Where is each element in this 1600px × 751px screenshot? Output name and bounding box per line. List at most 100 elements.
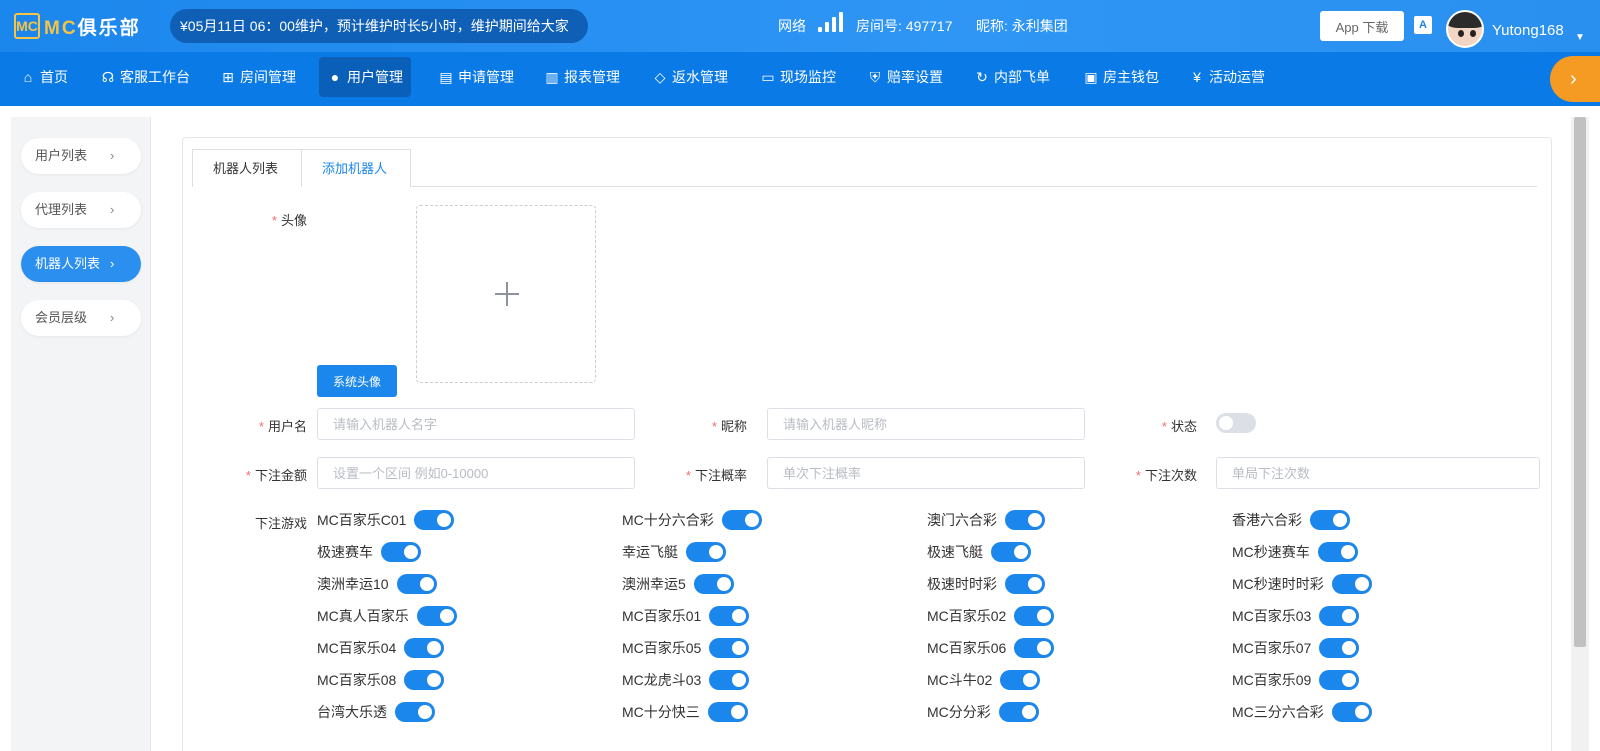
game-toggle[interactable] [1014,638,1055,658]
game-toggle[interactable] [693,574,734,594]
game-option: 台湾大乐透 [317,701,435,723]
sidebar-item-label: 会员层级 [35,310,88,325]
game-name: MC秒速时时彩 [1232,576,1324,592]
game-toggle[interactable] [396,574,437,594]
game-toggle[interactable] [707,702,748,722]
headset-icon: ☊ [101,69,115,85]
game-toggle[interactable] [709,670,750,690]
game-option: MC真人百家乐 [317,605,457,627]
game-name: 澳洲幸运10 [317,576,389,592]
tab-robot-list[interactable]: 机器人列表 [192,149,302,187]
bar-chart-icon: ▥ [545,69,559,85]
game-option: 极速赛车 [317,541,421,563]
nav-item-home[interactable]: ⌂ 首页 [12,57,76,97]
avatar-uploader[interactable] [416,205,596,383]
game-toggle[interactable] [416,606,457,626]
sidebar-item-robot-list[interactable]: 机器人列表 › [21,246,141,282]
game-name: MC百家乐01 [622,608,702,624]
game-name: 台湾大乐透 [317,704,387,720]
avatar-label: * 头像 [271,213,307,228]
nav-item-service[interactable]: ☊ 客服工作台 [92,57,198,97]
nav-item-odds[interactable]: ⛨ 赔率设置 [859,57,951,97]
room-number: 房间号: 497717 [856,18,953,34]
bet-count-label: * 下注次数 [1135,468,1197,483]
game-option: 澳洲幸运5 [622,573,734,595]
game-toggle[interactable] [404,638,445,658]
sidebar-item-label: 代理列表 [35,202,88,217]
game-toggle[interactable] [721,510,762,530]
game-toggle[interactable] [1310,510,1350,530]
game-name: 幸运飞艇 [622,544,678,560]
game-name: MC十分快三 [622,704,700,720]
nav-item-internal-orders[interactable]: ↻ 内部飞单 [966,57,1058,97]
nav-item-reports[interactable]: ▥ 报表管理 [536,57,628,97]
bet-prob-input[interactable] [767,457,1085,489]
game-option: MC龙虎斗03 [622,669,750,691]
status-toggle[interactable] [1216,413,1256,433]
game-toggle[interactable] [1000,670,1041,690]
nav-item-wallet[interactable]: ▣ 房主钱包 [1075,57,1167,97]
caret-down-icon[interactable]: ▼ [1575,32,1585,43]
chevron-right-icon: › [110,256,115,271]
game-toggle[interactable] [1005,574,1045,594]
grid-icon: ⊞ [222,69,234,85]
game-toggle[interactable] [395,702,435,722]
nav-item-rebate[interactable]: ◇ 返水管理 [644,57,736,97]
network-label: 网络 [778,18,806,34]
sidebar-item-user-list[interactable]: 用户列表 › [21,138,141,174]
translate-icon[interactable]: A [1414,16,1432,34]
game-toggle[interactable] [1014,606,1055,626]
game-toggle[interactable] [414,510,455,530]
game-toggle[interactable] [381,542,421,562]
app-download-button[interactable]: App 下载 [1320,11,1404,41]
game-toggle[interactable] [404,670,445,690]
username[interactable]: Yutong168 [1492,22,1564,39]
scrollbar-thumb[interactable] [1574,117,1586,647]
bet-amount-input[interactable] [317,457,635,489]
game-option: MC百家乐06 [927,637,1055,659]
game-name: MC真人百家乐 [317,608,409,624]
tab-add-robot[interactable]: 添加机器人 [301,149,411,187]
system-avatar-button[interactable]: 系统头像 [317,365,397,397]
chevron-right-icon[interactable]: › [1550,56,1600,102]
bet-count-input[interactable] [1216,457,1540,489]
game-toggle[interactable] [1331,574,1372,594]
chevron-right-icon: › [110,202,115,217]
game-option: MC百家乐09 [1232,669,1360,691]
nav-label: 内部飞单 [994,69,1050,85]
nav-item-rooms[interactable]: ⊞ 房间管理 [212,57,304,97]
signal-icon [818,12,844,32]
monitor-icon: ▭ [761,69,775,85]
game-toggle[interactable] [1319,638,1360,658]
game-toggle[interactable] [709,606,750,626]
game-name: MC百家乐03 [1232,608,1312,624]
game-option: 澳门六合彩 [927,509,1045,531]
game-toggle[interactable] [1319,606,1360,626]
game-name: MC百家乐08 [317,672,397,688]
game-toggle[interactable] [998,702,1039,722]
game-toggle[interactable] [709,638,750,658]
sidebar-item-member-level[interactable]: 会员层级 › [21,300,141,336]
game-toggle[interactable] [686,542,726,562]
game-option: MC百家乐07 [1232,637,1360,659]
nav-item-applications[interactable]: ▤ 申请管理 [430,57,522,97]
nav-item-users[interactable]: ● 用户管理 [319,57,411,97]
game-name: MC秒速赛车 [1232,544,1310,560]
nav-item-monitor[interactable]: ▭ 现场监控 [752,57,844,97]
game-toggle[interactable] [1005,510,1045,530]
game-toggle[interactable] [991,542,1031,562]
sidebar-item-agent-list[interactable]: 代理列表 › [21,192,141,228]
nickname-input[interactable] [767,408,1085,440]
game-toggle[interactable] [1319,670,1360,690]
logo[interactable]: MC MC俱乐部 [14,12,141,40]
username-input[interactable] [317,408,635,440]
nav-item-events[interactable]: ¥ 活动运营 [1181,57,1273,97]
game-toggle[interactable] [1317,542,1358,562]
game-option: MC百家乐03 [1232,605,1360,627]
scrollbar[interactable] [1571,117,1589,751]
avatar[interactable] [1446,10,1484,48]
game-name: MC龙虎斗03 [622,672,702,688]
logo-text: MC俱乐部 [44,13,141,40]
game-toggle[interactable] [1331,702,1372,722]
nickname-label: 昵称: 永利集团 [976,18,1068,34]
